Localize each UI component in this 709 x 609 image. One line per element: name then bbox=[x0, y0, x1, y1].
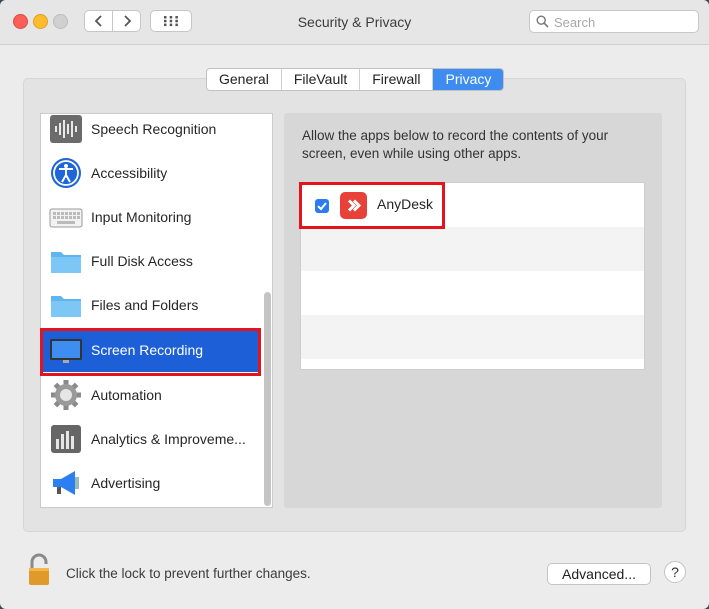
search-field[interactable] bbox=[529, 10, 699, 33]
sidebar-item-advertising[interactable]: Advertising bbox=[41, 461, 260, 505]
sidebar-item-label: Input Monitoring bbox=[91, 209, 192, 225]
sidebar-item-label: Advertising bbox=[91, 475, 161, 491]
search-input[interactable] bbox=[552, 13, 696, 31]
sidebar-item-label: Full Disk Access bbox=[91, 253, 193, 269]
app-row-empty bbox=[301, 271, 644, 315]
tab-general[interactable]: General bbox=[207, 69, 282, 90]
megaphone-icon bbox=[53, 471, 79, 495]
scrollbar-thumb[interactable] bbox=[264, 292, 271, 506]
sidebar-item-speech-recognition[interactable]: Speech Recognition bbox=[41, 114, 260, 151]
lock-status-text: Click the lock to prevent further change… bbox=[66, 566, 311, 581]
highlight-box-screen-recording bbox=[40, 328, 261, 376]
sidebar-item-automation[interactable]: Automation bbox=[41, 373, 260, 417]
folder-icon bbox=[51, 296, 81, 317]
tab-bar: General FileVault Firewall Privacy bbox=[206, 68, 505, 91]
sidebar-item-input-monitoring[interactable]: Input Monitoring bbox=[41, 195, 260, 239]
privacy-category-list[interactable]: Speech Recognition Accessibility Input M… bbox=[40, 113, 273, 508]
sidebar-item-analytics[interactable]: Analytics & Improveme... bbox=[41, 417, 260, 461]
sidebar-item-label: Speech Recognition bbox=[91, 121, 217, 137]
highlight-box-anydesk bbox=[299, 182, 445, 229]
tab-privacy[interactable]: Privacy bbox=[433, 69, 504, 90]
system-preferences-window: Security & Privacy General FileVault Fir… bbox=[0, 0, 709, 609]
list-scrollbar[interactable] bbox=[260, 114, 272, 507]
advanced-button[interactable]: Advanced... bbox=[547, 563, 651, 585]
gear-icon bbox=[51, 380, 81, 410]
lock-icon[interactable] bbox=[26, 553, 52, 587]
sidebar-item-accessibility[interactable]: Accessibility bbox=[41, 151, 260, 195]
sidebar-item-label: Accessibility bbox=[91, 165, 168, 181]
tab-firewall[interactable]: Firewall bbox=[360, 69, 434, 90]
app-row-empty bbox=[301, 227, 644, 271]
screen-recording-description: Allow the apps below to record the conte… bbox=[302, 128, 609, 161]
help-button[interactable]: ? bbox=[664, 561, 686, 583]
waveform-icon bbox=[50, 115, 82, 143]
search-icon bbox=[536, 15, 549, 28]
title-bar: Security & Privacy bbox=[0, 0, 709, 45]
folder-icon bbox=[51, 252, 81, 273]
app-row-empty bbox=[301, 315, 644, 359]
sidebar-item-full-disk-access[interactable]: Full Disk Access bbox=[41, 239, 260, 283]
sidebar-item-label: Analytics & Improveme... bbox=[91, 431, 246, 447]
bar-chart-icon bbox=[51, 425, 81, 453]
sidebar-item-label: Automation bbox=[91, 387, 162, 403]
accessibility-icon bbox=[51, 158, 81, 188]
sidebar-item-files-and-folders[interactable]: Files and Folders bbox=[41, 283, 260, 327]
sidebar-item-label: Files and Folders bbox=[91, 297, 199, 313]
keyboard-icon bbox=[49, 208, 83, 228]
tab-filevault[interactable]: FileVault bbox=[282, 69, 361, 90]
